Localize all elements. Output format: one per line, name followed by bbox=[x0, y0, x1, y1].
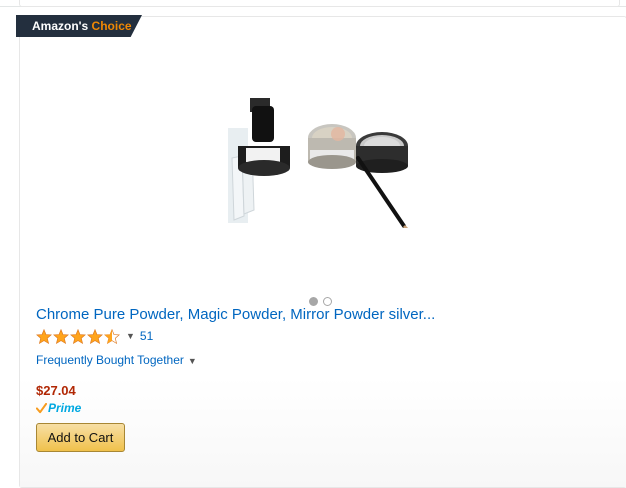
badge-prefix: Amazon's bbox=[32, 19, 89, 33]
chevron-down-icon[interactable]: ▼ bbox=[126, 331, 135, 341]
star-icon bbox=[70, 328, 86, 344]
rating-row[interactable]: ▼ 51 bbox=[36, 328, 153, 344]
review-count-link[interactable]: 51 bbox=[140, 329, 153, 343]
amazons-choice-badge: Amazon's Choice bbox=[16, 15, 142, 37]
badge-highlight: Choice bbox=[91, 19, 132, 33]
star-icon bbox=[53, 328, 69, 344]
carousel-dot-1[interactable] bbox=[309, 297, 318, 306]
star-icon bbox=[87, 328, 103, 344]
carousel-dots bbox=[309, 297, 332, 306]
add-to-cart-button[interactable]: Add to Cart bbox=[36, 423, 125, 452]
half-star-icon bbox=[104, 328, 120, 344]
prime-badge: Prime bbox=[36, 401, 81, 415]
prime-label: Prime bbox=[48, 401, 82, 415]
top-strip bbox=[0, 0, 626, 7]
frequently-bought-together-link[interactable]: Frequently Bought Together ▼ bbox=[36, 353, 197, 367]
chevron-down-icon: ▼ bbox=[187, 356, 197, 366]
star-icon bbox=[36, 328, 52, 344]
product-card bbox=[19, 16, 626, 488]
carousel-dot-2[interactable] bbox=[323, 297, 332, 306]
star-rating[interactable] bbox=[36, 328, 120, 344]
product-title-link[interactable]: Chrome Pure Powder, Magic Powder, Mirror… bbox=[36, 306, 435, 323]
price: $27.04 bbox=[36, 383, 76, 398]
product-image[interactable] bbox=[228, 98, 418, 228]
fbt-label: Frequently Bought Together bbox=[36, 353, 184, 367]
prime-check-icon bbox=[36, 402, 47, 413]
